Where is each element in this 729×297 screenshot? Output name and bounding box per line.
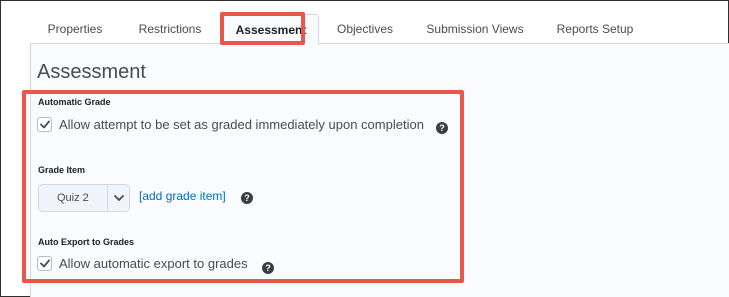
automatic-grade-label: Automatic Grade [38, 97, 111, 107]
tab-assessment[interactable]: Assessment [223, 14, 319, 45]
automatic-grade-row: Allow attempt to be set as graded immedi… [37, 117, 424, 132]
tab-reports-setup[interactable]: Reports Setup [539, 14, 651, 44]
help-icon[interactable]: ? [436, 122, 448, 134]
automatic-grade-text: Allow attempt to be set as graded immedi… [59, 117, 424, 132]
chevron-down-icon [108, 195, 129, 201]
grade-item-select[interactable]: Quiz 2 [38, 184, 130, 212]
auto-export-text: Allow automatic export to grades [59, 256, 248, 271]
tab-objectives[interactable]: Objectives [319, 14, 411, 44]
tab-submission-views[interactable]: Submission Views [411, 14, 539, 44]
auto-export-row: Allow automatic export to grades [37, 256, 248, 271]
add-grade-item-link[interactable]: [add grade item] [139, 189, 226, 203]
tab-properties[interactable]: Properties [30, 14, 120, 44]
grade-item-label: Grade Item [38, 165, 86, 175]
grade-item-selected-value: Quiz 2 [57, 192, 89, 204]
checkmark-icon [39, 259, 50, 268]
help-icon[interactable]: ? [262, 262, 274, 274]
tab-bar: Properties Restrictions Assessment Objec… [30, 14, 729, 45]
auto-export-checkbox[interactable] [37, 256, 52, 271]
help-icon[interactable]: ? [241, 192, 253, 204]
tab-restrictions[interactable]: Restrictions [120, 14, 220, 44]
automatic-grade-checkbox[interactable] [37, 117, 52, 132]
page-title: Assessment [37, 61, 146, 83]
tab-assessment-label: Assessment [235, 23, 307, 37]
checkmark-icon [39, 120, 50, 129]
auto-export-label: Auto Export to Grades [38, 237, 135, 247]
